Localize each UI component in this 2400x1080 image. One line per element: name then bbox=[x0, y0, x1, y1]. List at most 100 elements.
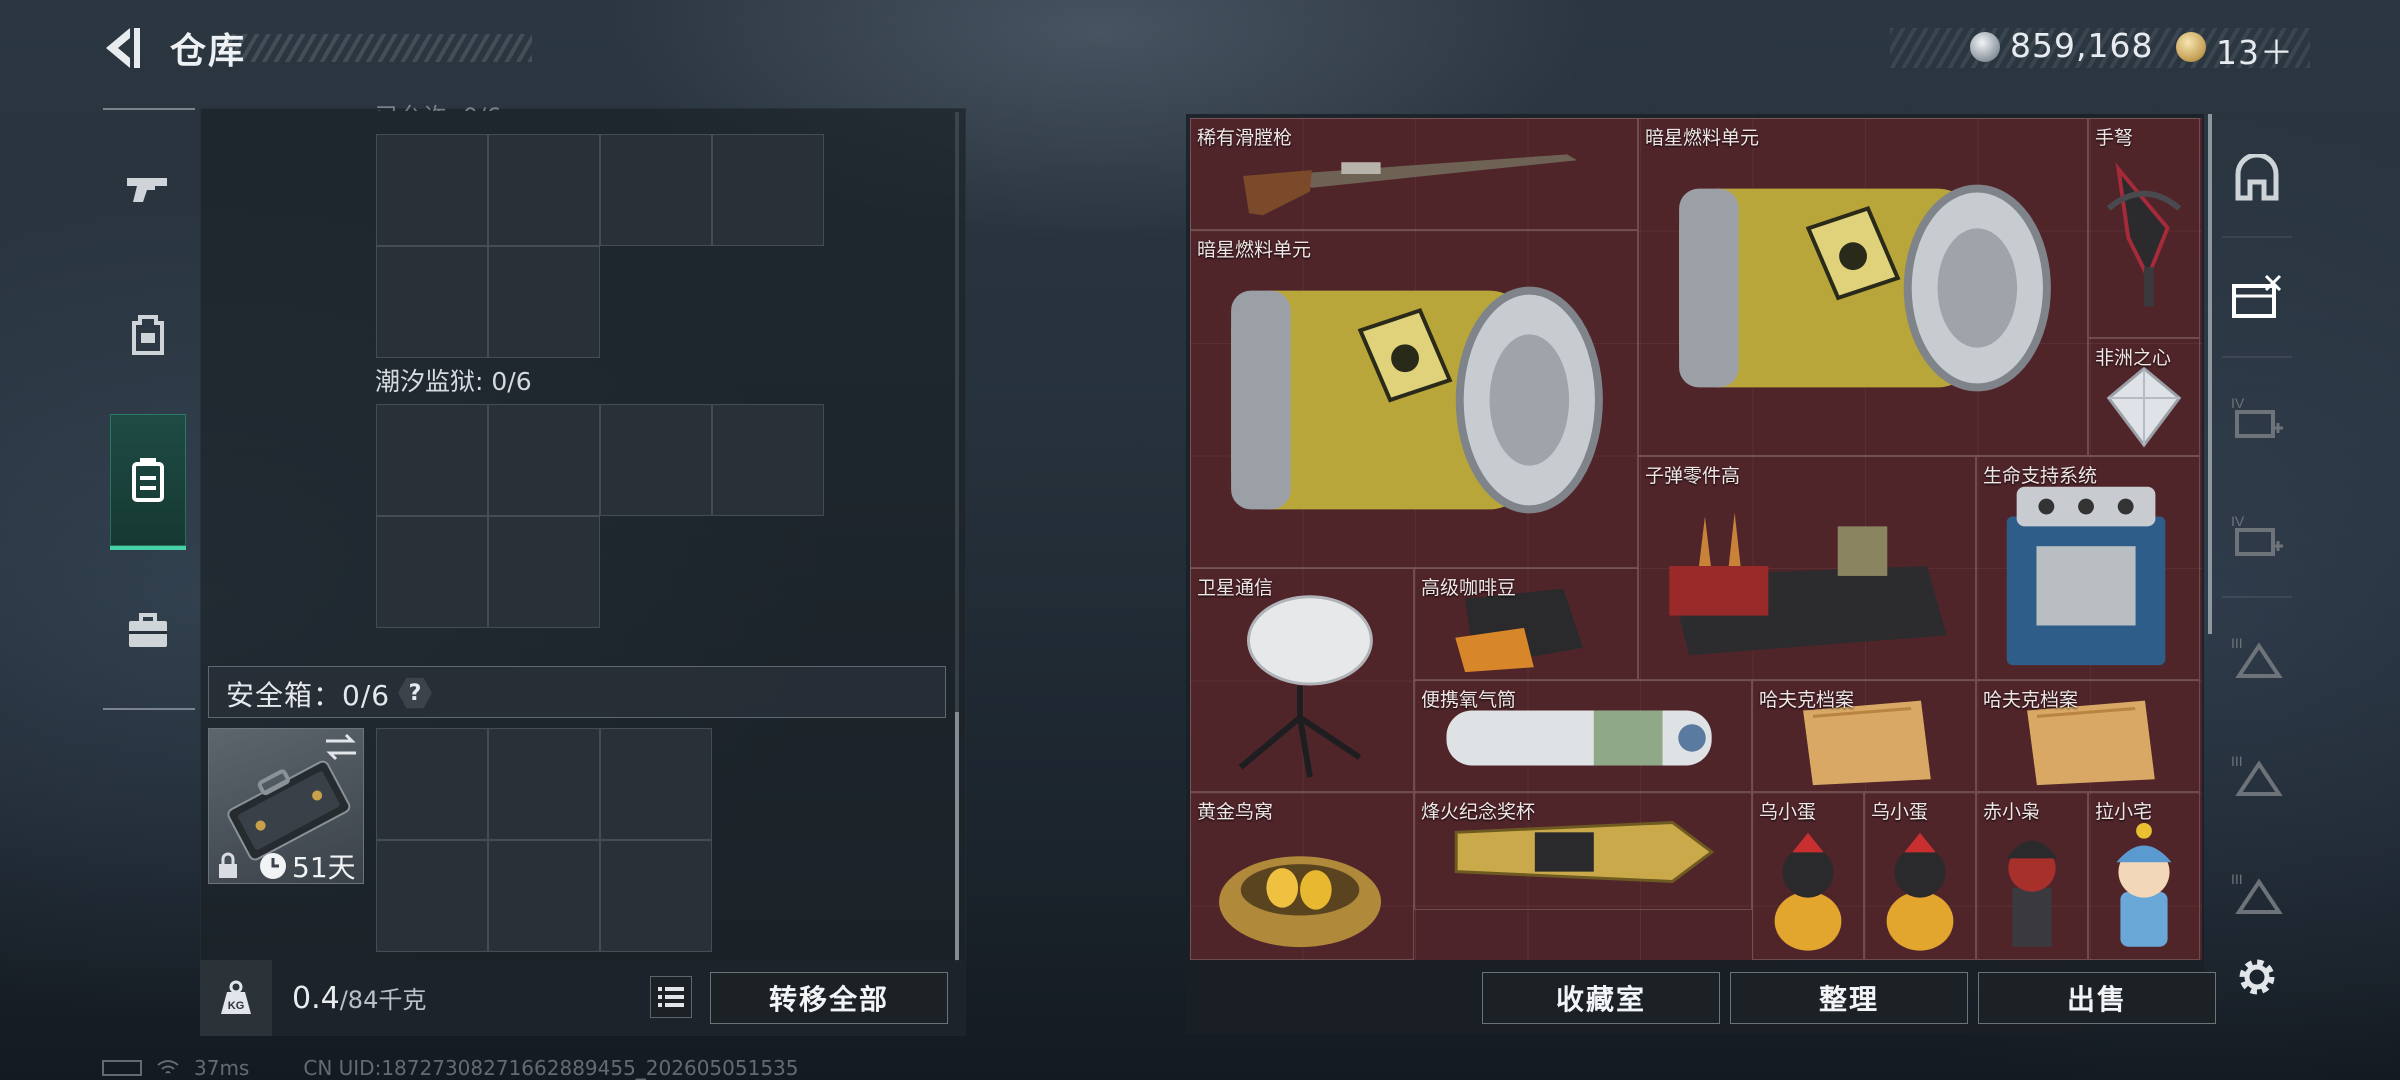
sidebar-tier-button[interactable]: III bbox=[2222, 740, 2292, 810]
stash-item-figurine[interactable]: 拉小宅 bbox=[2088, 792, 2200, 960]
tier-label: IV bbox=[2231, 513, 2245, 529]
item-label: 便携氧气筒 bbox=[1421, 689, 1517, 711]
grid-slot[interactable] bbox=[712, 134, 824, 246]
grid-slot[interactable] bbox=[376, 246, 488, 358]
item-label: 稀有滑膛枪 bbox=[1197, 127, 1293, 149]
stash-item-dark-star-fuel-cell[interactable]: 暗星燃料单元 bbox=[1638, 118, 2088, 456]
sidebar-tier-button[interactable]: IV bbox=[2222, 500, 2292, 570]
nav-item-case[interactable] bbox=[110, 588, 186, 674]
stash-item-heart-of-africa[interactable]: 非洲之心 bbox=[2088, 338, 2200, 456]
grid-slot[interactable] bbox=[376, 134, 488, 246]
grid-slot[interactable] bbox=[600, 840, 712, 952]
swap-icon[interactable] bbox=[322, 732, 360, 762]
title-decoration bbox=[226, 34, 532, 62]
safebox-label: 安全箱：0/6 bbox=[226, 679, 391, 712]
stash-item-haavk-file[interactable]: 哈夫克档案 bbox=[1752, 680, 1976, 792]
stash-item-haavk-file[interactable]: 哈夫克档案 bbox=[1976, 680, 2200, 792]
fuel-cell-icon bbox=[1679, 184, 2051, 392]
settings-button[interactable] bbox=[2222, 942, 2292, 1012]
grid-slot[interactable] bbox=[488, 728, 600, 840]
grid-slot[interactable] bbox=[712, 404, 824, 516]
item-label: 生命支持系统 bbox=[1983, 465, 2098, 487]
grid-slot[interactable] bbox=[488, 134, 600, 246]
stash-item-premium-coffee[interactable]: 高级咖啡豆 bbox=[1414, 568, 1638, 680]
grid-slot[interactable] bbox=[488, 840, 600, 952]
item-label: 乌小蛋 bbox=[1759, 801, 1817, 823]
stash-item-oxygen-tank[interactable]: 便携氧气筒 bbox=[1414, 680, 1752, 792]
tier-crate-icon: III bbox=[2231, 635, 2283, 678]
transfer-all-button[interactable]: 转移全部 bbox=[710, 972, 948, 1024]
grid-slot[interactable] bbox=[376, 728, 488, 840]
item-label: 卫星通信 bbox=[1197, 577, 1274, 599]
arch-icon bbox=[2235, 154, 2279, 201]
silver-currency-amount: 859,168 bbox=[2010, 26, 2154, 65]
organize-button[interactable]: 整理 bbox=[1730, 972, 1968, 1024]
nav-item-weapons[interactable] bbox=[110, 146, 186, 232]
stash-item-figurine[interactable]: 乌小蛋 bbox=[1752, 792, 1864, 960]
svg-text:KG: KG bbox=[228, 1000, 245, 1012]
back-chevron-icon[interactable] bbox=[100, 24, 144, 72]
lock-icon bbox=[219, 852, 237, 878]
sidebar-tier-button[interactable]: IV bbox=[2222, 382, 2292, 452]
stash-item-golden-nest[interactable]: 黄金鸟窝 bbox=[1190, 792, 1414, 960]
sidebar-tier-button[interactable]: III bbox=[2222, 622, 2292, 692]
sidebar-auto-sort-button[interactable] bbox=[2222, 262, 2292, 332]
item-label: 乌小蛋 bbox=[1871, 801, 1929, 823]
sidebar-divider bbox=[2222, 596, 2292, 598]
tier-label: IV bbox=[2231, 395, 2245, 411]
nav-item-backpack[interactable] bbox=[110, 292, 186, 378]
item-label: 赤小枭 bbox=[1983, 801, 2041, 823]
backpack-icon bbox=[132, 315, 164, 355]
sell-button[interactable]: 出售 bbox=[1978, 972, 2216, 1024]
stash-item-dark-star-fuel-cell[interactable]: 暗星燃料单元 bbox=[1190, 230, 1638, 568]
list-view-button[interactable] bbox=[650, 976, 692, 1018]
clock-icon bbox=[260, 853, 286, 879]
help-icon[interactable]: ? bbox=[398, 676, 432, 710]
uid-text: CN UID:18727308271662889455_202605051535 bbox=[303, 1056, 799, 1080]
stash-scrollbar[interactable] bbox=[2208, 114, 2212, 634]
stash-item-satellite-comm[interactable]: 卫星通信 bbox=[1190, 568, 1414, 792]
fuel-cell-icon bbox=[1231, 286, 1603, 514]
grid-slot[interactable] bbox=[600, 728, 712, 840]
storage-box-icon bbox=[132, 458, 164, 502]
tier-label: III bbox=[2231, 635, 2243, 651]
item-label: 哈夫克档案 bbox=[1759, 689, 1855, 711]
stash-item-life-support-system[interactable]: 生命支持系统 bbox=[1976, 456, 2200, 680]
item-label: 黄金鸟窝 bbox=[1197, 801, 1274, 823]
crossbow-icon bbox=[2106, 162, 2182, 307]
weight-icon: KG bbox=[221, 980, 251, 1014]
stash-item-hand-crossbow[interactable]: 手弩 bbox=[2088, 118, 2200, 338]
grid-slot[interactable] bbox=[376, 516, 488, 628]
stash-item-musket[interactable]: 稀有滑膛枪 bbox=[1190, 118, 1638, 230]
stash-item-beacon-trophy[interactable]: 烽火纪念奖杯 bbox=[1414, 792, 1752, 910]
weight-max: /84千克 bbox=[339, 986, 427, 1014]
grid-slot[interactable] bbox=[488, 246, 600, 358]
tier-label: III bbox=[2231, 753, 2243, 769]
tier-crate-icon: III bbox=[2231, 753, 2283, 796]
sidebar-divider bbox=[2222, 356, 2292, 358]
sidebar-tier-button[interactable]: III bbox=[2222, 858, 2292, 928]
stash-item-bullet-parts[interactable]: 子弹零件高 bbox=[1638, 456, 1976, 680]
grid-slot[interactable] bbox=[376, 404, 488, 516]
stash-item-figurine[interactable]: 乌小蛋 bbox=[1864, 792, 1976, 960]
briefcase-icon bbox=[129, 613, 167, 647]
gold-currency-amount[interactable]: 13＋ bbox=[2216, 26, 2294, 74]
stash-item-figurine[interactable]: 赤小枭 bbox=[1976, 792, 2088, 960]
weight-readout: 0.4/84千克 bbox=[292, 980, 426, 1016]
grid-slot[interactable] bbox=[488, 516, 600, 628]
grid-slot[interactable] bbox=[600, 134, 712, 246]
sidebar-collection-button[interactable] bbox=[2222, 144, 2292, 214]
item-label: 手弩 bbox=[2095, 127, 2134, 149]
grid-slot[interactable] bbox=[600, 404, 712, 516]
storage-scrollbar-thumb[interactable] bbox=[955, 712, 959, 962]
nav-top-divider bbox=[103, 108, 195, 110]
grid-slot[interactable] bbox=[376, 840, 488, 952]
collection-room-button[interactable]: 收藏室 bbox=[1482, 972, 1720, 1024]
gear-icon bbox=[2239, 959, 2275, 995]
section-label-tidal-prison: 潮汐监狱: 0/6 bbox=[375, 367, 532, 396]
status-bar: 37ms CN UID:18727308271662889455_2026050… bbox=[102, 1056, 799, 1080]
wifi-icon bbox=[157, 1060, 179, 1074]
nav-item-storage[interactable] bbox=[110, 414, 186, 550]
weight-current: 0.4 bbox=[292, 981, 340, 1016]
grid-slot[interactable] bbox=[488, 404, 600, 516]
